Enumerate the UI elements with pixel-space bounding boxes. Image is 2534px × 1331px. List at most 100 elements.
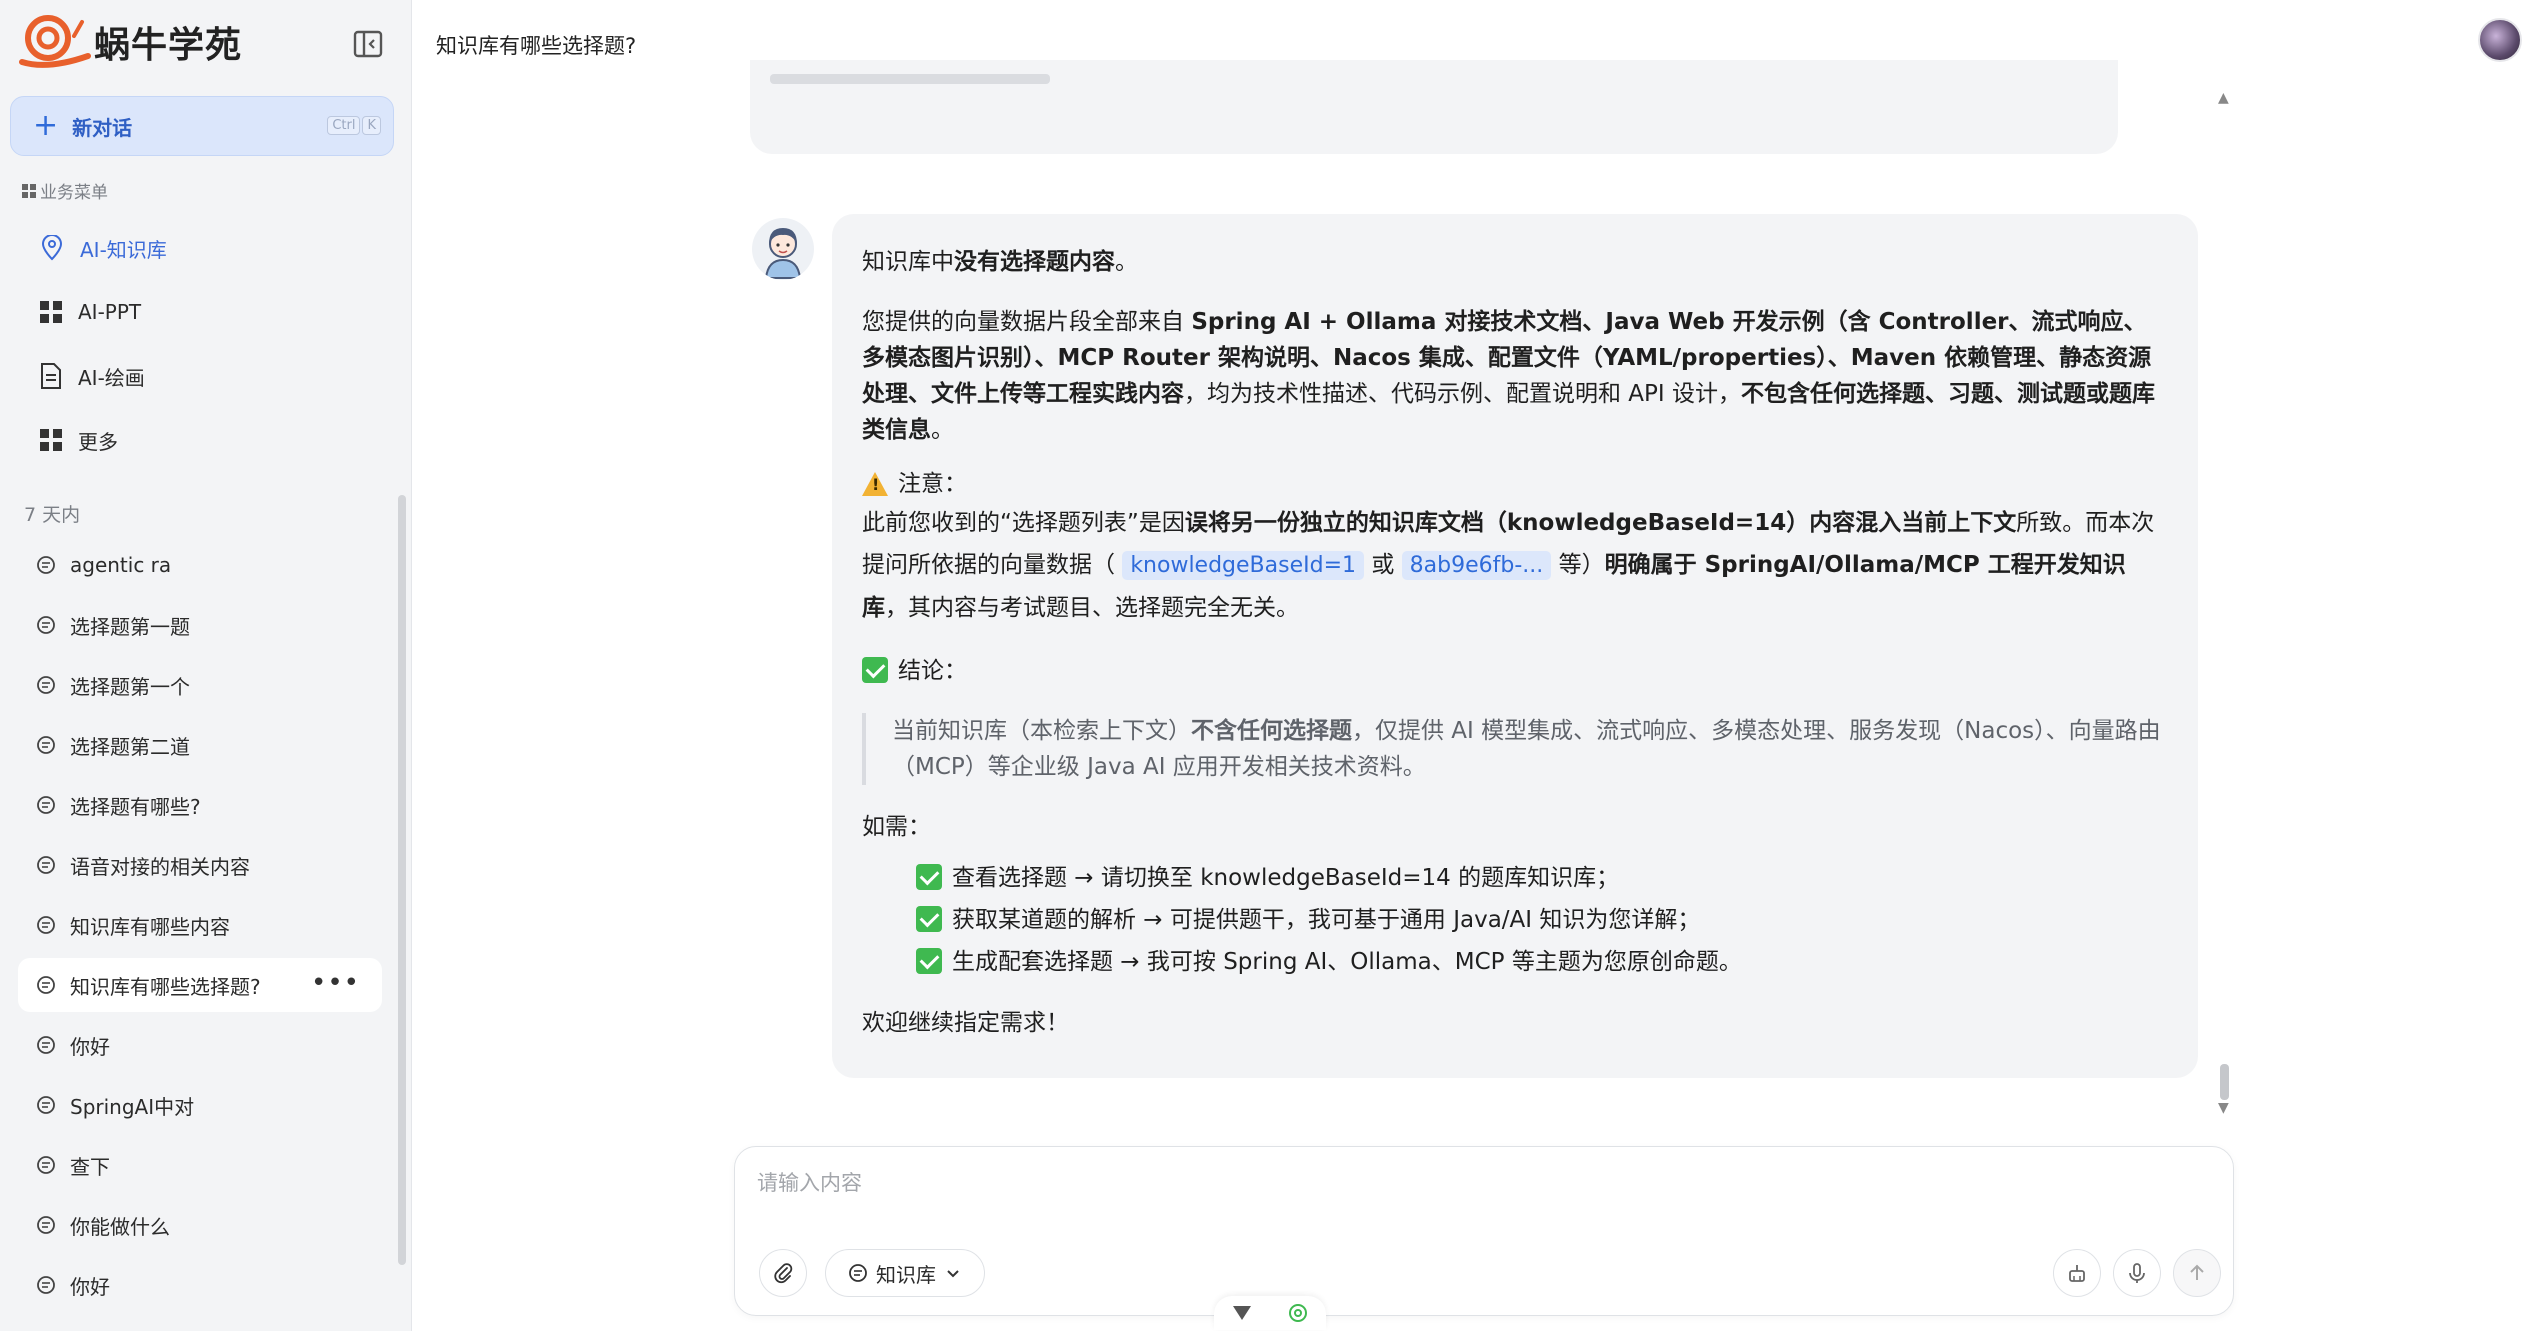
chat-bubble-icon <box>37 856 55 874</box>
history-list: agentic ra 选择题第一题 选择题第一个 选择题第二道 选择题有哪些? … <box>18 538 382 1318</box>
need-item: 生成配套选择题 → 我可按 Spring AI、Ollama、MCP 等主题为您… <box>916 941 2168 983</box>
conclusion-heading: 结论： <box>862 653 2168 689</box>
grid-icon <box>40 429 62 451</box>
history-item[interactable]: 知识库有哪些内容 <box>18 898 382 952</box>
history-item-label: 语音对接的相关内容 <box>70 854 250 879</box>
clear-button[interactable] <box>2053 1249 2101 1297</box>
broom-icon <box>2069 1265 2085 1282</box>
chat-bubble-icon <box>37 676 55 694</box>
menu-item-label: AI-PPT <box>78 300 142 324</box>
closing-line: 欢迎继续指定需求！ <box>862 1010 1069 1036</box>
user-avatar[interactable] <box>2478 18 2522 62</box>
history-item-label: 你好 <box>70 1034 110 1059</box>
history-item-label: 你好 <box>70 1274 110 1299</box>
menu-header: 业务菜单 <box>22 178 108 203</box>
knowledge-base-select[interactable]: 知识库 <box>825 1249 985 1297</box>
document-icon <box>41 363 61 389</box>
history-item[interactable]: 选择题第一个 <box>18 658 382 712</box>
chat-bubble-icon <box>37 736 55 754</box>
shortcut-hint: Ctrl K <box>327 116 381 135</box>
need-item: 获取某道题的解析 → 可提供题干，我可基于通用 Java/AI 知识为您详解； <box>916 899 2168 941</box>
answer-paragraph-2: 您提供的向量数据片段全部来自 Spring AI + Ollama 对接技术文档… <box>862 309 2156 443</box>
check-icon <box>916 864 942 890</box>
menu-item-label: 更多 <box>78 429 118 454</box>
history-item-label: 选择题第二道 <box>70 734 190 759</box>
chat-bubble-icon <box>37 916 55 934</box>
chat-bubble-icon <box>37 976 55 994</box>
need-list: 查看选择题 → 请切换至 knowledgeBaseId=14 的题库知识库； … <box>862 857 2168 983</box>
assistant-girl-icon <box>764 228 802 279</box>
history-item-active[interactable]: 知识库有哪些选择题? ••• <box>18 958 382 1012</box>
check-icon <box>916 906 942 932</box>
check-icon <box>916 948 942 974</box>
chat-bubble-icon <box>37 616 55 634</box>
kb-id-chip[interactable]: knowledgeBaseId=1 <box>1122 551 1365 580</box>
answer-paragraph-1: 知识库中没有选择题内容。 <box>862 249 1138 275</box>
message-input[interactable] <box>757 1167 2207 1217</box>
send-button[interactable] <box>2173 1249 2221 1297</box>
check-icon <box>862 657 888 683</box>
history-item-label: 知识库有哪些内容 <box>70 914 230 939</box>
shortcut-key-ctrl: Ctrl <box>327 116 361 135</box>
conclusion-quote: 当前知识库（本检索上下文）不含任何选择题，仅提供 AI 模型集成、流式响应、多模… <box>862 713 2168 785</box>
scroll-down-arrow-icon[interactable]: ▼ <box>2218 1100 2229 1116</box>
note-paragraph: 此前您收到的“选择题列表”是因误将另一份独立的知识库文档（knowledgeBa… <box>862 510 2155 621</box>
assistant-avatar <box>752 218 814 280</box>
history-item-label: 查下 <box>70 1154 110 1179</box>
history-item[interactable]: 你能做什么 <box>18 1198 382 1252</box>
menu-item-label: AI-知识库 <box>80 237 167 262</box>
target-icon[interactable] <box>1287 1302 1309 1324</box>
chat-bubble-icon <box>849 1264 867 1282</box>
menu-item-ai-drawing[interactable]: AI-绘画 <box>40 356 145 396</box>
grid-icon <box>40 301 62 323</box>
filter-icon[interactable] <box>1231 1303 1253 1323</box>
voice-input-button[interactable] <box>2113 1249 2161 1297</box>
history-section-title: 7 天内 <box>24 504 81 526</box>
need-heading: 如需： <box>862 814 931 840</box>
chat-bubble-icon <box>37 1216 55 1234</box>
history-item[interactable]: 语音对接的相关内容 <box>18 838 382 892</box>
scroll-up-arrow-icon[interactable]: ▲ <box>2218 90 2229 106</box>
menu-item-more[interactable]: 更多 <box>40 420 118 460</box>
history-item-label: 选择题第一个 <box>70 674 190 699</box>
history-item[interactable]: SpringAI中对 <box>18 1078 382 1132</box>
grid-small-icon <box>22 183 36 198</box>
brand-name: 蜗牛学苑 <box>94 25 243 66</box>
brand-logo[interactable]: 蜗牛学苑 <box>18 14 242 70</box>
bottom-toolbar <box>1214 1296 1326 1330</box>
shortcut-key-k: K <box>362 116 381 135</box>
menu-item-ai-knowledge[interactable]: AI-知识库 <box>40 228 167 268</box>
vector-id-chip[interactable]: 8ab9e6fb-... <box>1401 551 1552 580</box>
menu-item-ai-ppt[interactable]: AI-PPT <box>40 292 141 332</box>
snail-logo-icon <box>19 15 91 68</box>
chat-scrollbar[interactable] <box>2220 1064 2229 1100</box>
arrow-up-icon <box>2190 1264 2204 1280</box>
history-item[interactable]: 你好 <box>18 1018 382 1072</box>
chat-bubble-icon <box>37 1156 55 1174</box>
page-title: 知识库有哪些选择题? <box>436 34 637 58</box>
chevron-down-icon <box>947 1270 959 1278</box>
location-icon <box>41 235 63 261</box>
note-heading: 注意： <box>862 466 2168 502</box>
history-item[interactable]: 查下 <box>18 1138 382 1192</box>
history-item[interactable]: agentic ra <box>18 538 382 592</box>
sidebar-scrollbar[interactable] <box>398 495 406 1265</box>
history-item-label: 选择题第一题 <box>70 614 190 639</box>
knowledge-base-label: 知识库 <box>876 1262 936 1287</box>
new-chat-button[interactable]: + 新对话 Ctrl K <box>10 96 394 156</box>
history-item[interactable]: 选择题有哪些? <box>18 778 382 832</box>
history-item[interactable]: 选择题第一题 <box>18 598 382 652</box>
history-item-label: 你能做什么 <box>70 1214 170 1239</box>
collapse-sidebar-icon[interactable] <box>352 28 384 60</box>
history-item-label: agentic ra <box>70 553 172 577</box>
history-item[interactable]: 你好 <box>18 1258 382 1312</box>
need-item: 查看选择题 → 请切换至 knowledgeBaseId=14 的题库知识库； <box>916 857 2168 899</box>
more-options-icon[interactable]: ••• <box>311 968 360 998</box>
menu-header-label: 业务菜单 <box>40 183 108 203</box>
history-item-label: SpringAI中对 <box>70 1094 195 1119</box>
chat-bubble-icon <box>37 1036 55 1054</box>
warning-icon <box>862 472 888 496</box>
attach-button[interactable] <box>759 1249 807 1297</box>
history-item[interactable]: 选择题第二道 <box>18 718 382 772</box>
chat-bubble-icon <box>37 1276 55 1294</box>
